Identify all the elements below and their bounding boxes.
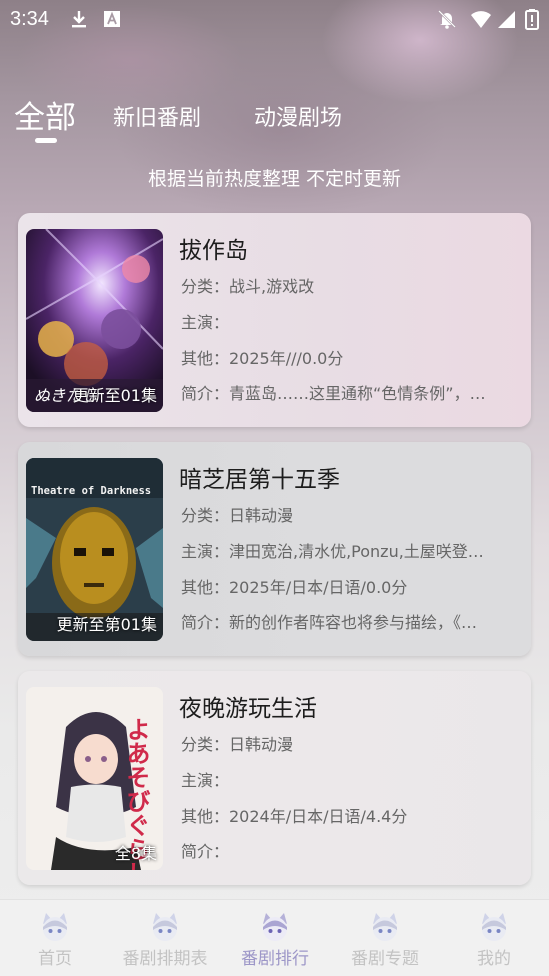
nav-ranking[interactable]: 番剧排行: [220, 900, 330, 976]
anime-other-info: 其他：2025年/日本/日语/0.0分: [181, 578, 408, 597]
status-time: 3:34: [10, 8, 49, 30]
anime-other-info: 其他：2025年///0.0分: [181, 349, 344, 368]
nav-label: 番剧排期表: [122, 949, 208, 969]
nav-home[interactable]: 首页: [0, 900, 110, 976]
battery-icon: [525, 9, 539, 30]
status-bar: 3:34: [0, 0, 549, 40]
nav-label: 番剧专题: [351, 949, 419, 969]
ranking-subtitle: 根据当前热度整理 不定时更新: [147, 168, 402, 190]
notifications-off-icon: [438, 10, 456, 29]
signal-icon: [498, 11, 515, 28]
anime-cast: 主演：: [181, 771, 230, 790]
episode-badge: 全8集: [114, 844, 157, 863]
wifi-icon: [471, 11, 491, 28]
download-icon: [72, 11, 86, 28]
tab-indicator: [35, 138, 57, 143]
episode-badge: 更新至01集: [72, 386, 157, 405]
anime-title: 暗芝居第十五季: [179, 467, 340, 493]
cat-girl-icon: [43, 913, 67, 941]
cat-girl-icon: [153, 913, 177, 941]
episode-badge: 更新至第01集: [56, 615, 157, 634]
anime-card[interactable]: Theatre of Darkness 更新至第01集 暗芝居第十五季 分类：日…: [18, 442, 531, 656]
anime-category: 分类：日韩动漫: [181, 506, 294, 525]
cat-girl-icon: [263, 913, 287, 941]
anime-card[interactable]: よあそびぐらし 全8集 夜晚游玩生活 分类：日韩动漫 主演： 其他：2024年/…: [18, 671, 531, 885]
anime-intro: 简介：: [181, 842, 230, 861]
anime-cast: 主演：津田宽治,清水优,Ponzu,土屋咲登…: [181, 542, 484, 561]
poster-image: ぬきたし 更新至01集: [26, 229, 163, 412]
nav-special[interactable]: 番剧专题: [330, 900, 440, 976]
nav-label: 我的: [477, 949, 511, 969]
anime-other-info: 其他：2024年/日本/日语/4.4分: [181, 807, 408, 826]
svg-text:Theatre of Darkness: Theatre of Darkness: [31, 485, 151, 497]
poster-image: Theatre of Darkness 更新至第01集: [26, 458, 163, 641]
nav-label: 首页: [38, 949, 72, 969]
anime-intro: 简介：青蓝岛……这里通称“色情条例”，…: [181, 384, 486, 403]
poster-image: よあそびぐらし 全8集: [26, 687, 163, 870]
anime-cast: 主演：: [181, 313, 230, 332]
nav-mine[interactable]: 我的: [439, 900, 549, 976]
bottom-navigation: 首页 番剧排期表 番剧排行 番剧专题 我的: [0, 899, 549, 976]
anime-title: 拔作岛: [179, 238, 248, 264]
anime-intro: 简介：新的创作者阵容也将参与描绘，《…: [181, 613, 478, 632]
nav-schedule[interactable]: 番剧排期表: [110, 900, 220, 976]
anime-category: 分类：战斗,游戏改: [181, 277, 315, 296]
anime-card[interactable]: ぬきたし 更新至01集 拔作岛 分类：战斗,游戏改 主演： 其他：2025年//…: [18, 213, 531, 427]
tab-all[interactable]: 全部: [14, 92, 76, 137]
tab-anime-theater[interactable]: 动漫剧场: [254, 100, 342, 132]
cat-girl-icon: [482, 913, 506, 941]
font-icon: [104, 11, 120, 27]
tab-new-old-anime[interactable]: 新旧番剧: [113, 100, 201, 132]
anime-title: 夜晚游玩生活: [179, 696, 317, 722]
cat-girl-icon: [373, 913, 397, 941]
anime-category: 分类：日韩动漫: [181, 735, 294, 754]
nav-label: 番剧排行: [241, 949, 309, 969]
